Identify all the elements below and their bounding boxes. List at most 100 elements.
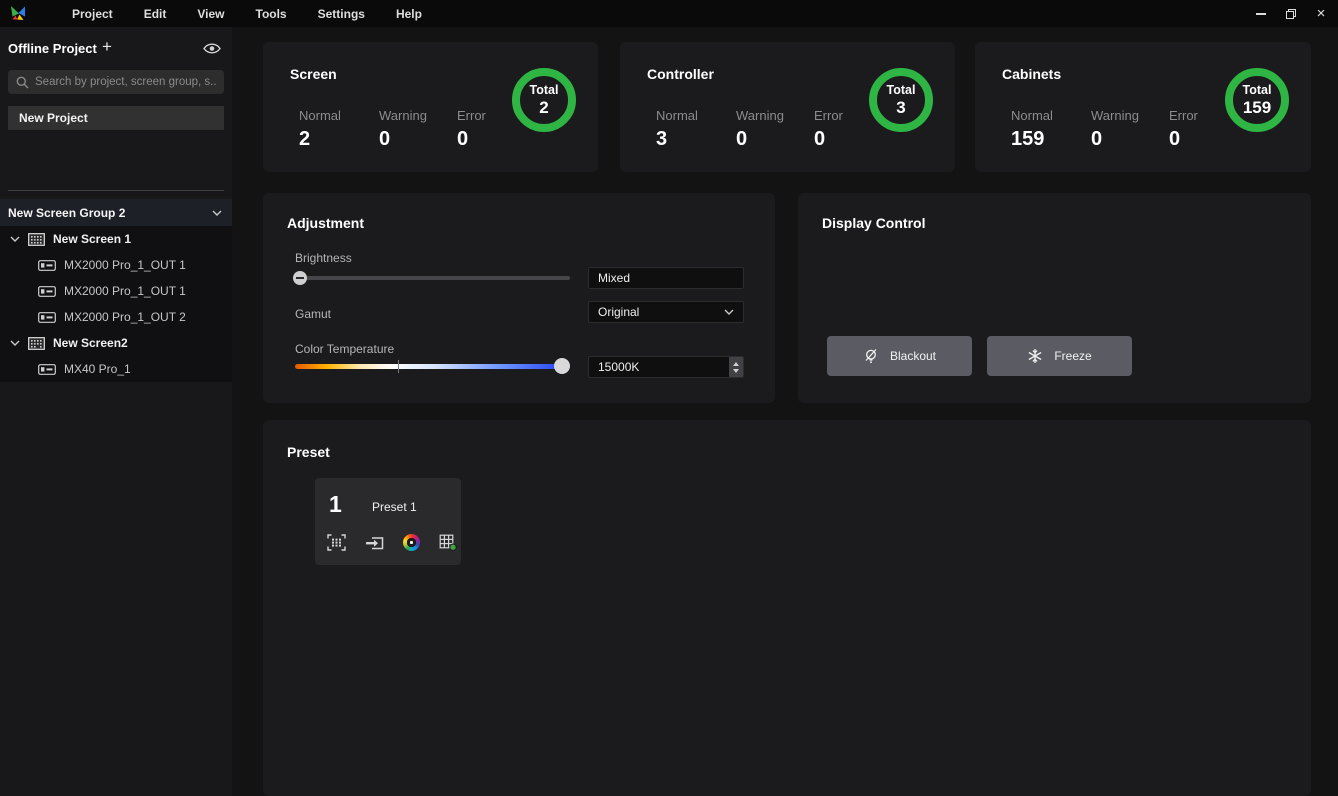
error-value: 0 xyxy=(814,128,870,151)
blackout-bulb-icon xyxy=(863,348,879,364)
error-label: Error xyxy=(457,108,513,123)
preset-card[interactable]: 1 Preset 1 xyxy=(315,478,461,565)
screen-group-label: New Screen Group 2 xyxy=(8,206,212,220)
screen-icon xyxy=(28,337,45,350)
controller-stat-card: Controller Normal3 Warning0 Error0 Total… xyxy=(620,42,955,172)
controller-device-icon xyxy=(38,286,56,297)
tree-item-device[interactable]: MX2000 Pro_1_OUT 1 xyxy=(0,278,232,304)
sidebar-item-new-project[interactable]: New Project xyxy=(8,106,224,130)
adjustment-panel: Adjustment Brightness Gamut Original Col… xyxy=(263,193,775,403)
controller-device-icon xyxy=(38,312,56,323)
blackout-button[interactable]: Blackout xyxy=(827,336,972,376)
tree-device-label: MX2000 Pro_1_OUT 1 xyxy=(64,258,186,272)
color-wheel-icon xyxy=(403,534,420,551)
color-temperature-slider[interactable] xyxy=(295,364,564,369)
tree-item-device[interactable]: MX2000 Pro_1_OUT 2 xyxy=(0,304,232,330)
sidebar-header: Offline Project + xyxy=(0,35,232,63)
display-control-title: Display Control xyxy=(822,215,925,231)
error-value: 0 xyxy=(1169,128,1225,151)
search-icon xyxy=(16,76,29,89)
preset-panel: Preset 1 Preset 1 xyxy=(263,420,1311,796)
menu-settings[interactable]: Settings xyxy=(318,7,365,21)
color-temperature-input[interactable] xyxy=(588,356,744,378)
window-controls: × xyxy=(1246,0,1336,27)
spinner-down-icon[interactable] xyxy=(733,369,739,373)
warning-value: 0 xyxy=(1091,128,1159,151)
tree-screen-label: New Screen2 xyxy=(53,336,128,350)
total-label: Total xyxy=(530,83,559,97)
total-value: 159 xyxy=(1243,98,1271,118)
brightness-value-input[interactable] xyxy=(588,267,744,289)
menu-edit[interactable]: Edit xyxy=(144,7,167,21)
tree-item-device[interactable]: MX40 Pro_1 xyxy=(0,356,232,382)
screen-layout-icon xyxy=(327,534,346,551)
total-value: 2 xyxy=(539,98,548,118)
tree-device-label: MX40 Pro_1 xyxy=(64,362,131,376)
normal-value: 159 xyxy=(1011,128,1081,151)
restore-button[interactable] xyxy=(1276,0,1306,27)
adjustment-title: Adjustment xyxy=(287,215,364,231)
menu-items: Project Edit View Tools Settings Help xyxy=(72,0,422,27)
stat-columns: Normal159 Warning0 Error0 xyxy=(1011,108,1235,151)
brightness-label: Brightness xyxy=(295,251,352,265)
add-project-icon[interactable]: + xyxy=(102,37,112,57)
menu-help[interactable]: Help xyxy=(396,7,422,21)
gamut-label: Gamut xyxy=(295,307,331,321)
color-temperature-label: Color Temperature xyxy=(295,342,394,356)
menu-tools[interactable]: Tools xyxy=(256,7,287,21)
chevron-down-icon[interactable] xyxy=(10,340,20,346)
brightness-slider-handle[interactable] xyxy=(293,271,307,285)
restore-icon xyxy=(1285,8,1297,20)
chevron-down-icon[interactable] xyxy=(10,236,20,242)
menu-view[interactable]: View xyxy=(197,7,224,21)
menubar: Project Edit View Tools Settings Help × xyxy=(0,0,1338,27)
menu-project[interactable]: Project xyxy=(72,7,113,21)
preset-title: Preset xyxy=(287,444,330,460)
search-box xyxy=(8,70,224,94)
color-temperature-slider-handle[interactable] xyxy=(554,358,570,374)
preset-feature-icons xyxy=(327,534,457,551)
normal-label: Normal xyxy=(299,108,369,123)
search-input[interactable] xyxy=(35,76,216,88)
device-tree: New Screen 1 MX2000 Pro_1_OUT 1 MX2000 P… xyxy=(0,226,232,382)
display-control-panel: Display Control Blackout Freeze xyxy=(798,193,1311,403)
app-window: Project Edit View Tools Settings Help × … xyxy=(0,0,1338,796)
color-temperature-spinner[interactable] xyxy=(729,357,743,377)
warning-label: Warning xyxy=(1091,108,1159,123)
total-value: 3 xyxy=(896,98,905,118)
screen-stat-card: Screen Normal2 Warning0 Error0 Total 2 xyxy=(263,42,598,172)
normal-label: Normal xyxy=(656,108,726,123)
screen-icon xyxy=(28,233,45,246)
spinner-up-icon[interactable] xyxy=(733,362,739,366)
screen-group-header[interactable]: New Screen Group 2 xyxy=(0,199,232,226)
error-label: Error xyxy=(1169,108,1225,123)
warning-value: 0 xyxy=(736,128,804,151)
warning-value: 0 xyxy=(379,128,447,151)
error-label: Error xyxy=(814,108,870,123)
visibility-eye-icon[interactable] xyxy=(203,42,221,55)
normal-value: 3 xyxy=(656,128,726,151)
tree-item-screen[interactable]: New Screen2 xyxy=(0,330,232,356)
preset-number: 1 xyxy=(329,491,342,518)
gamut-value: Original xyxy=(598,305,639,319)
error-value: 0 xyxy=(457,128,513,151)
total-ring: Total 3 xyxy=(869,68,933,132)
total-ring: Total 159 xyxy=(1225,68,1289,132)
chevron-down-icon[interactable] xyxy=(212,210,222,216)
app-logo-icon xyxy=(9,4,27,22)
warning-label: Warning xyxy=(379,108,447,123)
tree-device-label: MX2000 Pro_1_OUT 1 xyxy=(64,284,186,298)
gamut-select[interactable]: Original xyxy=(588,301,744,323)
tree-item-screen[interactable]: New Screen 1 xyxy=(0,226,232,252)
tree-screen-label: New Screen 1 xyxy=(53,232,131,246)
minimize-button[interactable] xyxy=(1246,0,1276,27)
color-temperature-default-tick xyxy=(398,360,399,373)
freeze-snowflake-icon xyxy=(1027,348,1043,364)
close-button[interactable]: × xyxy=(1306,0,1336,27)
tree-item-device[interactable]: MX2000 Pro_1_OUT 1 xyxy=(0,252,232,278)
brightness-slider[interactable] xyxy=(295,276,570,280)
freeze-button[interactable]: Freeze xyxy=(987,336,1132,376)
calibration-grid-icon xyxy=(439,534,457,551)
sidebar: Offline Project + New Project New Screen… xyxy=(0,27,232,796)
tree-device-label: MX2000 Pro_1_OUT 2 xyxy=(64,310,186,324)
